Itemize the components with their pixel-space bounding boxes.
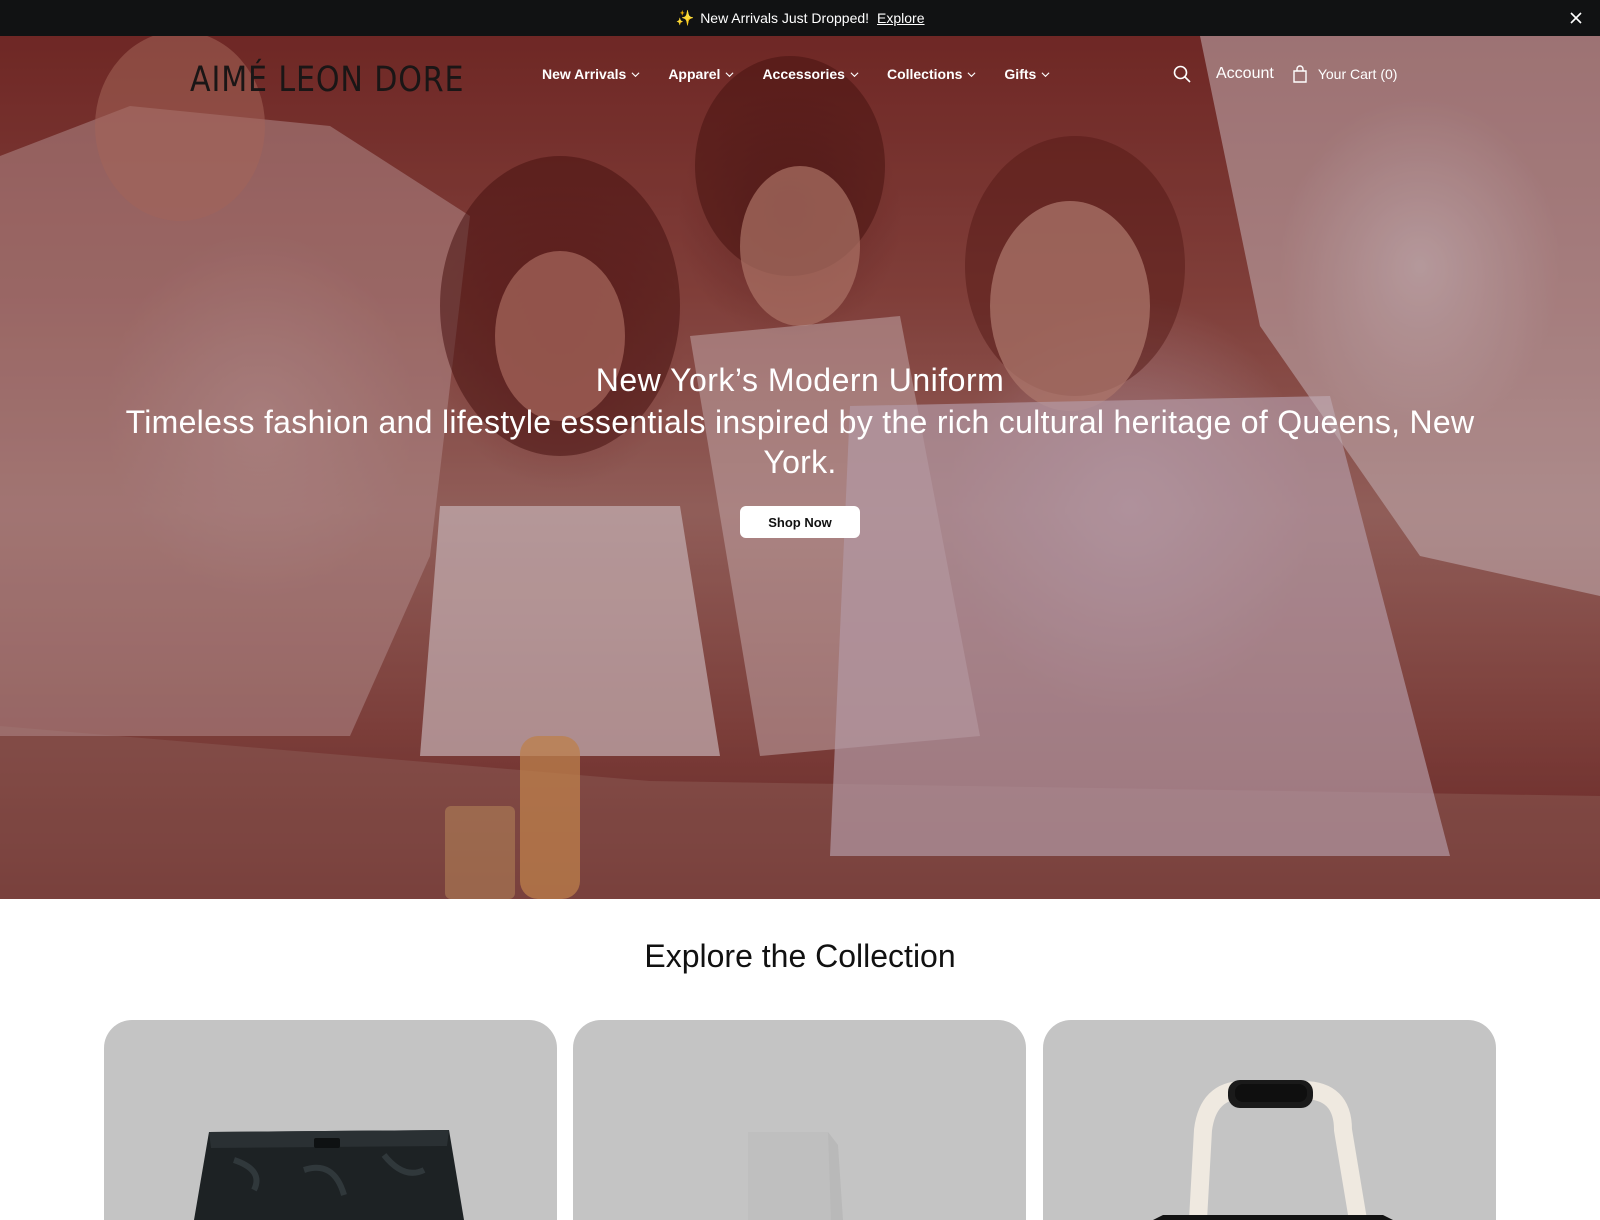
collection-title: Explore the Collection (644, 938, 956, 974)
shopping-bag-icon (1293, 65, 1307, 83)
socks-image (748, 1132, 843, 1220)
nav-label: Apparel (668, 66, 721, 82)
announcement-text: New Arrivals Just Dropped! (700, 10, 870, 26)
main-nav: New Arrivals Apparel Accessories Collect… (542, 66, 1078, 82)
hero-title: New York’s Modern Uniform (595, 362, 1005, 398)
nav-accessories[interactable]: Accessories (762, 66, 859, 82)
shorts-image (194, 1130, 464, 1220)
nav-collections[interactable]: Collections (887, 66, 976, 82)
nav-gifts[interactable]: Gifts (1004, 66, 1050, 82)
shop-now-button[interactable]: Shop Now (740, 506, 860, 538)
collection-card-shorts[interactable] (104, 1020, 557, 1220)
nav-label: New Arrivals (542, 66, 627, 82)
search-icon[interactable] (1172, 64, 1192, 84)
explore-link[interactable]: Explore (877, 10, 924, 26)
close-icon (1570, 12, 1582, 24)
chevron-down-icon (725, 71, 734, 77)
nav-label: Accessories (762, 66, 845, 82)
nav-apparel[interactable]: Apparel (668, 66, 734, 82)
chevron-down-icon (850, 71, 859, 77)
sparkle-emoji: ✨ (675, 10, 695, 27)
chevron-down-icon (967, 71, 976, 77)
bag-image (1153, 1080, 1393, 1220)
collection-card-socks[interactable] (573, 1020, 1026, 1220)
nav-new-arrivals[interactable]: New Arrivals (542, 66, 640, 82)
announcement-bar: ✨ New Arrivals Just Dropped! Explore (0, 0, 1600, 36)
cart-label: Your Cart (0) (1317, 66, 1398, 82)
collection-cards (104, 1020, 1496, 1220)
chevron-down-icon (1041, 71, 1050, 77)
nav-label: Collections (886, 66, 963, 82)
collection-card-bag[interactable] (1043, 1020, 1496, 1220)
hero-subtitle: Timeless fashion and lifestyle essential… (125, 404, 1475, 480)
account-link[interactable]: Account (1216, 65, 1274, 83)
nav-label: Gifts (1004, 66, 1037, 82)
cart-link[interactable]: Your Cart (0) (1292, 65, 1398, 83)
header-actions: Account Your Cart (0) (1172, 64, 1397, 84)
chevron-down-icon (631, 71, 640, 77)
brand-logo[interactable]: AIMÉ LEON DORE (190, 60, 464, 100)
site-header: AIMÉ LEON DORE New Arrivals Apparel Acce… (0, 36, 1600, 116)
close-announcement-button[interactable] (1566, 8, 1586, 28)
